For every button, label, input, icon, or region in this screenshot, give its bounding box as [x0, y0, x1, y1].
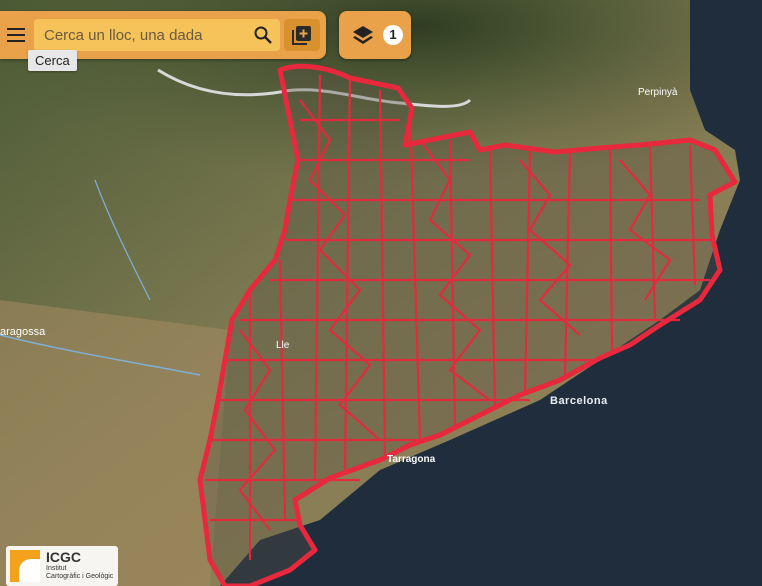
label-perpinya: Perpinyà	[638, 87, 678, 98]
label-lleida: Lle	[276, 340, 290, 351]
label-barcelona: Barcelona	[550, 395, 608, 407]
search-icon	[254, 26, 272, 44]
layers-icon	[353, 26, 373, 44]
layers-count-badge: 1	[383, 25, 403, 45]
logo-subtitle-line1: Institut	[46, 565, 67, 572]
label-zaragoza: aragossa	[0, 326, 46, 338]
logo-subtitle-line2: Cartogràfic i Geològic	[46, 573, 114, 580]
label-tarragona: Tarragona	[387, 454, 436, 465]
layers-button[interactable]: 1	[339, 11, 411, 59]
logo-name: ICGC	[46, 549, 81, 565]
search-button[interactable]	[246, 19, 280, 51]
icgc-logo[interactable]: ICGC Institut Cartogràfic i Geològic	[6, 546, 118, 586]
search-input[interactable]	[34, 18, 246, 52]
menu-icon	[7, 28, 25, 42]
search-box	[34, 18, 280, 52]
icgc-logo-mark	[10, 550, 40, 582]
add-box-icon	[292, 26, 311, 45]
map-view[interactable]: Perpinyà aragossa Lle Barcelona Tarragon…	[0, 0, 762, 586]
add-data-button[interactable]	[284, 19, 320, 51]
search-tooltip: Cerca	[28, 50, 77, 71]
logo-subtitle: Institut Cartogràfic i Geològic	[46, 565, 116, 581]
